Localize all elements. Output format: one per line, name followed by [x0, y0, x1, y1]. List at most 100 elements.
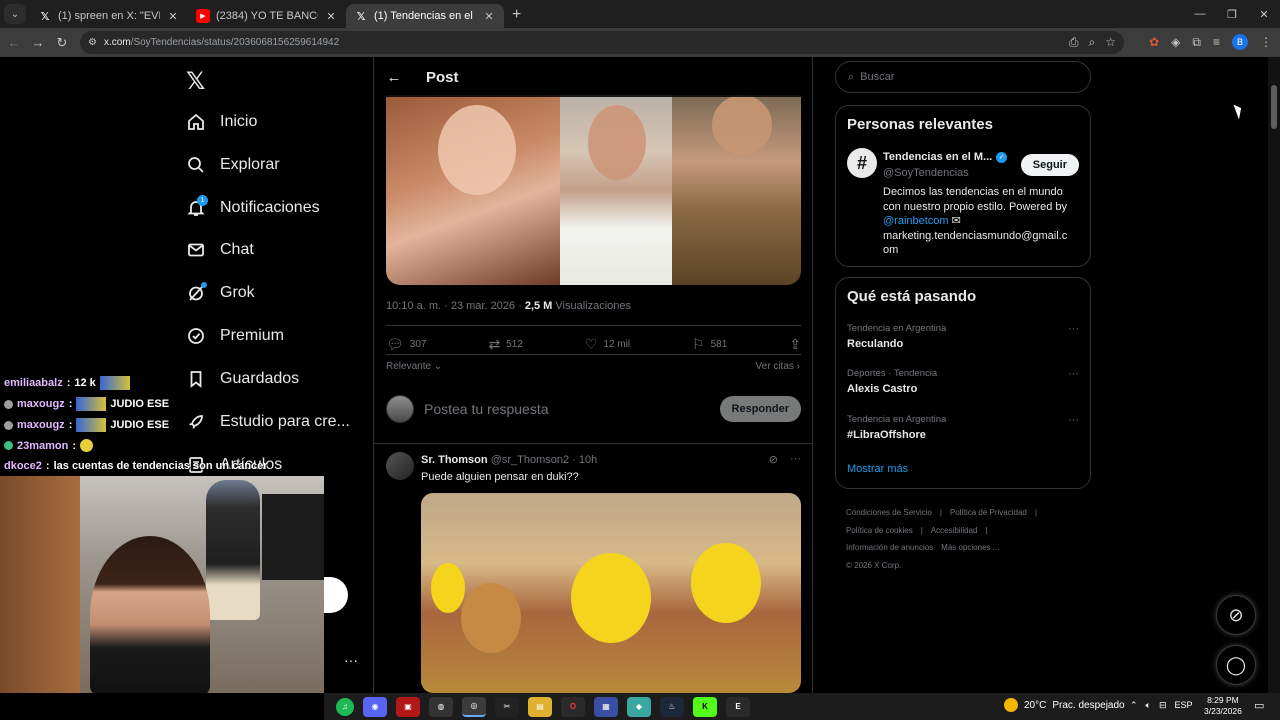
sidebar-item-estudio[interactable]: Estudio para cre...: [186, 412, 350, 432]
footer-link[interactable]: Accesibilidad: [931, 526, 978, 535]
volume-icon[interactable]: 🔈︎: [1146, 700, 1151, 711]
restore-icon[interactable]: ❐: [1216, 0, 1248, 28]
person-handle[interactable]: @SoyTendencias: [883, 167, 969, 179]
install-app-icon[interactable]: ⎙: [1069, 35, 1079, 50]
address-bar[interactable]: ⚙ x.com/SoyTendencias/status/20360681562…: [80, 31, 1124, 54]
close-tab-icon[interactable]: ✕: [482, 10, 496, 23]
forward-icon[interactable]: →: [26, 35, 50, 50]
bookmark-star-icon[interactable]: ☆: [1105, 35, 1116, 50]
share-button[interactable]: ⇪: [789, 336, 801, 353]
footer-link[interactable]: Política de cookies: [846, 526, 913, 535]
footer-link[interactable]: Política de Privacidad: [950, 508, 1027, 517]
epic-games-icon[interactable]: E: [726, 696, 750, 717]
grok-fab-button[interactable]: ⊘: [1216, 595, 1256, 635]
clock[interactable]: 8:29 PM 3/23/2026: [1204, 695, 1242, 717]
sidebar-item-premium[interactable]: Premium: [186, 326, 284, 346]
capcut-icon[interactable]: ✂: [495, 696, 519, 717]
footer-link[interactable]: Más opciones ...: [941, 543, 999, 552]
new-tab-button[interactable]: +: [512, 6, 521, 24]
weather-widget[interactable]: 20°C Prac. despejado: [1004, 698, 1125, 712]
extension-icon[interactable]: ◈: [1171, 35, 1180, 49]
quotes-link[interactable]: Ver citas ›: [756, 361, 800, 372]
messages-fab-button[interactable]: ◯: [1216, 645, 1256, 685]
tweet-author-handle[interactable]: @sr_Thomson2: [491, 454, 569, 466]
back-arrow-icon[interactable]: ←: [374, 69, 414, 86]
sort-dropdown[interactable]: Relevante ⌄: [386, 361, 442, 372]
repost-button[interactable]: ⇄ 512: [488, 336, 522, 353]
discord-icon[interactable]: ◉: [363, 696, 387, 717]
close-tab-icon[interactable]: ✕: [324, 10, 338, 23]
kick-icon[interactable]: K: [693, 696, 717, 717]
tweet-author-name[interactable]: Sr. Thomson: [421, 454, 488, 466]
close-window-icon[interactable]: ✕: [1248, 0, 1280, 28]
reading-list-icon[interactable]: ≡: [1213, 35, 1220, 49]
trend-item[interactable]: Tendencia en Argentina Reculando ···: [847, 323, 1079, 350]
site-info-icon[interactable]: ⚙: [88, 37, 104, 48]
show-more-link[interactable]: Mostrar más: [847, 463, 908, 475]
sidebar-item-chat[interactable]: Chat: [186, 240, 254, 260]
sidebar-item-inicio[interactable]: Inicio: [186, 112, 257, 132]
menu-icon[interactable]: ⋮: [1260, 35, 1272, 49]
spotify-icon[interactable]: ♫: [336, 697, 354, 716]
tweet-media[interactable]: [421, 493, 801, 693]
profile-avatar[interactable]: B: [1232, 34, 1248, 50]
network-icon[interactable]: ⊟: [1159, 700, 1167, 711]
extensions-bar: ✿ ◈ ⧉ ≡ B ⋮: [1149, 34, 1272, 50]
respond-button[interactable]: Responder: [719, 396, 801, 422]
puzzle-icon[interactable]: ⧉: [1192, 35, 1201, 50]
obs-icon[interactable]: ◍: [429, 696, 453, 717]
sidebar-item-explorar[interactable]: Explorar: [186, 155, 280, 175]
trend-item[interactable]: Deportes · Tendencia Alexis Castro ···: [847, 368, 1079, 395]
x-logo[interactable]: 𝕏: [186, 67, 205, 95]
bio-link[interactable]: @rainbetcom: [883, 215, 949, 227]
steam-icon[interactable]: ♨: [660, 696, 684, 717]
browser-tab-1[interactable]: 𝕏 (1) spreen en X: "EVENTO MUN ✕: [30, 4, 188, 28]
back-icon[interactable]: ←: [2, 35, 26, 50]
close-tab-icon[interactable]: ✕: [166, 10, 180, 23]
chrome-icon[interactable]: ◎: [462, 696, 486, 717]
avatar[interactable]: [386, 452, 414, 480]
like-button[interactable]: ♡ 12 mil: [585, 336, 630, 353]
sidebar-item-notificaciones[interactable]: 1 Notificaciones: [186, 195, 320, 218]
app-icon[interactable]: ▦: [594, 696, 618, 717]
language-indicator[interactable]: ESP: [1175, 700, 1193, 711]
app-icon[interactable]: ▣: [396, 696, 420, 717]
search-input[interactable]: ⌕ Buscar: [835, 61, 1091, 93]
more-options-icon[interactable]: ···: [344, 652, 358, 668]
bookmark-button[interactable]: ⚐ 581: [692, 336, 727, 353]
footer-link[interactable]: Información de anuncios: [846, 543, 933, 552]
post-image[interactable]: [386, 95, 801, 285]
bell-icon: 1: [186, 195, 208, 218]
follow-button[interactable]: Seguir: [1020, 154, 1079, 176]
browser-tab-3[interactable]: 𝕏 (1) Tendencias en el Mundo en ✕: [346, 4, 504, 28]
tab-search-button[interactable]: ⌄: [4, 4, 26, 24]
more-icon[interactable]: ···: [790, 453, 801, 466]
trend-item[interactable]: Tendencia en Argentina #LibraOffshore ··…: [847, 414, 1079, 441]
app-icon[interactable]: ◆: [627, 696, 651, 717]
sidebar-item-guardados[interactable]: Guardados: [186, 369, 299, 389]
person-name[interactable]: Tendencias en el M... ✓: [883, 151, 1008, 163]
rocket-icon: [186, 412, 206, 432]
scrollbar-thumb[interactable]: [1271, 85, 1277, 129]
minimize-icon[interactable]: —: [1184, 0, 1216, 28]
folder-icon[interactable]: ▤: [528, 696, 552, 717]
opera-icon[interactable]: O: [561, 696, 585, 717]
reply-count: 307: [409, 339, 427, 350]
extension-icon[interactable]: ✿: [1149, 35, 1159, 49]
notifications-icon[interactable]: ▭: [1254, 699, 1264, 712]
sidebar-item-grok[interactable]: Grok: [186, 282, 255, 303]
reply-button[interactable]: 💬︎ 307: [386, 336, 426, 353]
reload-icon[interactable]: ↻: [50, 35, 74, 51]
more-icon[interactable]: ···: [1068, 323, 1079, 335]
grok-icon[interactable]: ⊘: [769, 453, 778, 466]
reply-input[interactable]: Postea tu respuesta: [424, 401, 720, 417]
sidebar-item-label: Notificaciones: [220, 199, 320, 216]
zoom-icon[interactable]: ⌕: [1089, 35, 1096, 50]
more-icon[interactable]: ···: [1068, 368, 1079, 380]
more-icon[interactable]: ···: [1068, 414, 1079, 426]
browser-tab-2[interactable]: ▶ (2384) YO TE BANCO EMILIA - Y ✕: [188, 4, 346, 28]
avatar[interactable]: #: [847, 148, 877, 178]
chevron-up-icon[interactable]: ⌃: [1130, 700, 1138, 711]
scrollbar[interactable]: [1268, 57, 1280, 693]
footer-link[interactable]: Condiciones de Servicio: [846, 508, 932, 517]
